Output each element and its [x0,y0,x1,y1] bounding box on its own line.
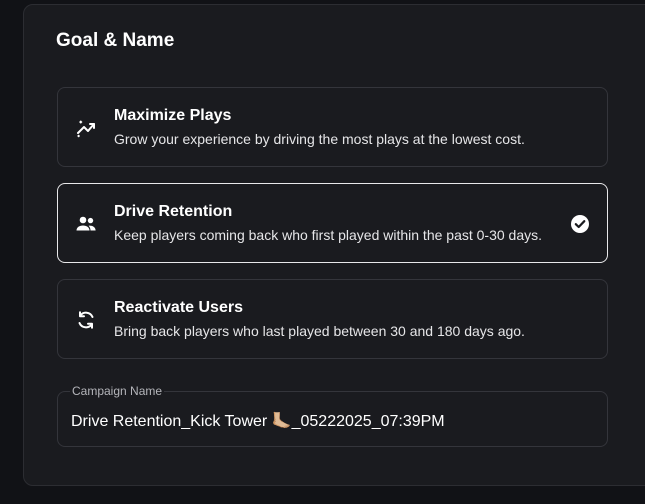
campaign-name-input[interactable] [71,410,591,432]
goal-option-reactivate-users[interactable]: Reactivate Users Bring back players who … [57,279,608,359]
goal-description: Grow your experience by driving the most… [114,131,525,147]
goal-options: Maximize Plays Grow your experience by d… [57,87,608,375]
campaign-name-label: Campaign Name [70,384,165,398]
goal-option-maximize-plays[interactable]: Maximize Plays Grow your experience by d… [57,87,608,167]
goal-title: Maximize Plays [114,107,232,124]
check-circle-icon [570,214,590,234]
people-icon [74,212,98,236]
goal-description: Bring back players who last played betwe… [114,323,525,339]
goal-description: Keep players coming back who first playe… [114,227,543,243]
campaign-name-field [57,391,608,447]
refresh-icon [74,308,98,332]
trending-up-icon [74,116,98,140]
section-title: Goal & Name [56,30,175,51]
goal-title: Drive Retention [114,203,233,220]
goal-name-panel: Goal & Name Maximize Plays Grow your exp… [23,4,645,486]
goal-option-drive-retention[interactable]: Drive Retention Keep players coming back… [57,183,608,263]
goal-title: Reactivate Users [114,299,243,316]
